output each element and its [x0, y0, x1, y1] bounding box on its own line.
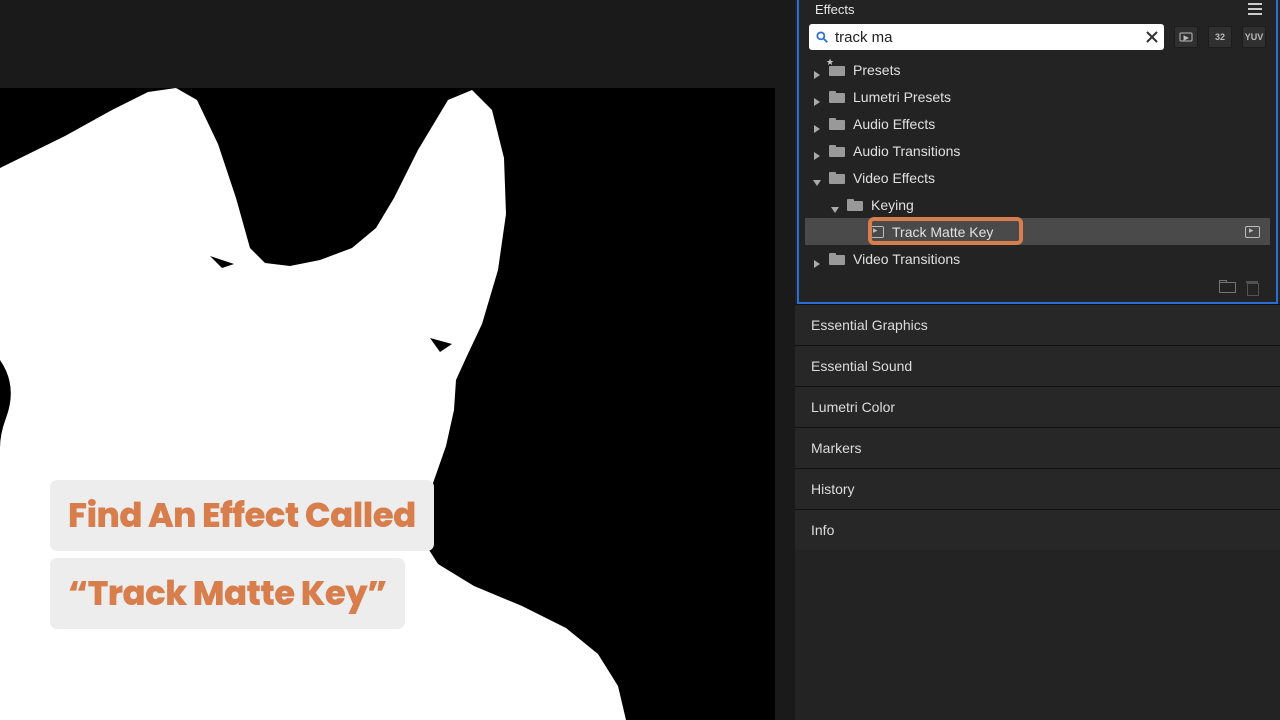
chevron-right-icon: [813, 66, 821, 74]
tree-keying[interactable]: Keying: [805, 191, 1270, 218]
tree-audio-effects[interactable]: Audio Effects: [805, 110, 1270, 137]
yuv-toggle[interactable]: YUV: [1242, 26, 1266, 48]
accelerated-badge-icon: [1245, 226, 1260, 238]
folder-icon: [829, 145, 845, 157]
search-icon: [815, 30, 829, 44]
folder-icon: [829, 91, 845, 103]
panel-essential-sound[interactable]: Essential Sound: [795, 345, 1280, 386]
effect-icon: [869, 226, 884, 238]
chevron-down-icon: [813, 174, 821, 182]
side-panels: Effects 32 YUV Presets: [795, 0, 1280, 720]
chevron-right-icon: [813, 147, 821, 155]
panel-info[interactable]: Info: [795, 509, 1280, 550]
effects-search-box[interactable]: [809, 24, 1164, 50]
effects-panel: Effects 32 YUV Presets: [797, 0, 1278, 304]
tree-video-effects[interactable]: Video Effects: [805, 164, 1270, 191]
chevron-right-icon: [813, 93, 821, 101]
effects-search-input[interactable]: [835, 29, 1140, 46]
effects-tree: Presets Lumetri Presets Audio Effects Au…: [805, 56, 1270, 274]
accelerated-effects-toggle[interactable]: [1174, 26, 1198, 48]
collapsed-panels: Essential Graphics Essential Sound Lumet…: [795, 304, 1280, 550]
folder-icon: [829, 118, 845, 130]
panel-history[interactable]: History: [795, 468, 1280, 509]
chevron-right-icon: [813, 120, 821, 128]
caption-line-1: Find An Effect Called: [50, 480, 434, 551]
32bit-toggle[interactable]: 32: [1208, 26, 1232, 48]
new-bin-icon[interactable]: [1219, 280, 1234, 291]
effects-panel-title: Effects: [815, 2, 1246, 17]
clear-search-icon[interactable]: [1146, 31, 1158, 43]
spacer: [853, 228, 861, 236]
tree-lumetri-presets[interactable]: Lumetri Presets: [805, 83, 1270, 110]
panel-markers[interactable]: Markers: [795, 427, 1280, 468]
folder-icon: [847, 199, 863, 211]
chevron-right-icon: [813, 255, 821, 263]
folder-icon: [829, 253, 845, 265]
panel-menu-icon[interactable]: [1246, 3, 1262, 15]
tree-video-transitions[interactable]: Video Transitions: [805, 245, 1270, 272]
panel-lumetri-color[interactable]: Lumetri Color: [795, 386, 1280, 427]
tree-track-matte-key[interactable]: Track Matte Key: [805, 218, 1270, 245]
caption-line-2: “Track Matte Key”: [50, 558, 405, 629]
panel-essential-graphics[interactable]: Essential Graphics: [795, 304, 1280, 345]
tree-audio-transitions[interactable]: Audio Transitions: [805, 137, 1270, 164]
tree-presets[interactable]: Presets: [805, 56, 1270, 83]
chevron-down-icon: [831, 201, 839, 209]
program-monitor: Find An Effect Called “Track Matte Key”: [0, 0, 795, 720]
folder-icon: [829, 172, 845, 184]
preset-folder-icon: [829, 64, 845, 76]
delete-icon[interactable]: [1246, 280, 1258, 294]
